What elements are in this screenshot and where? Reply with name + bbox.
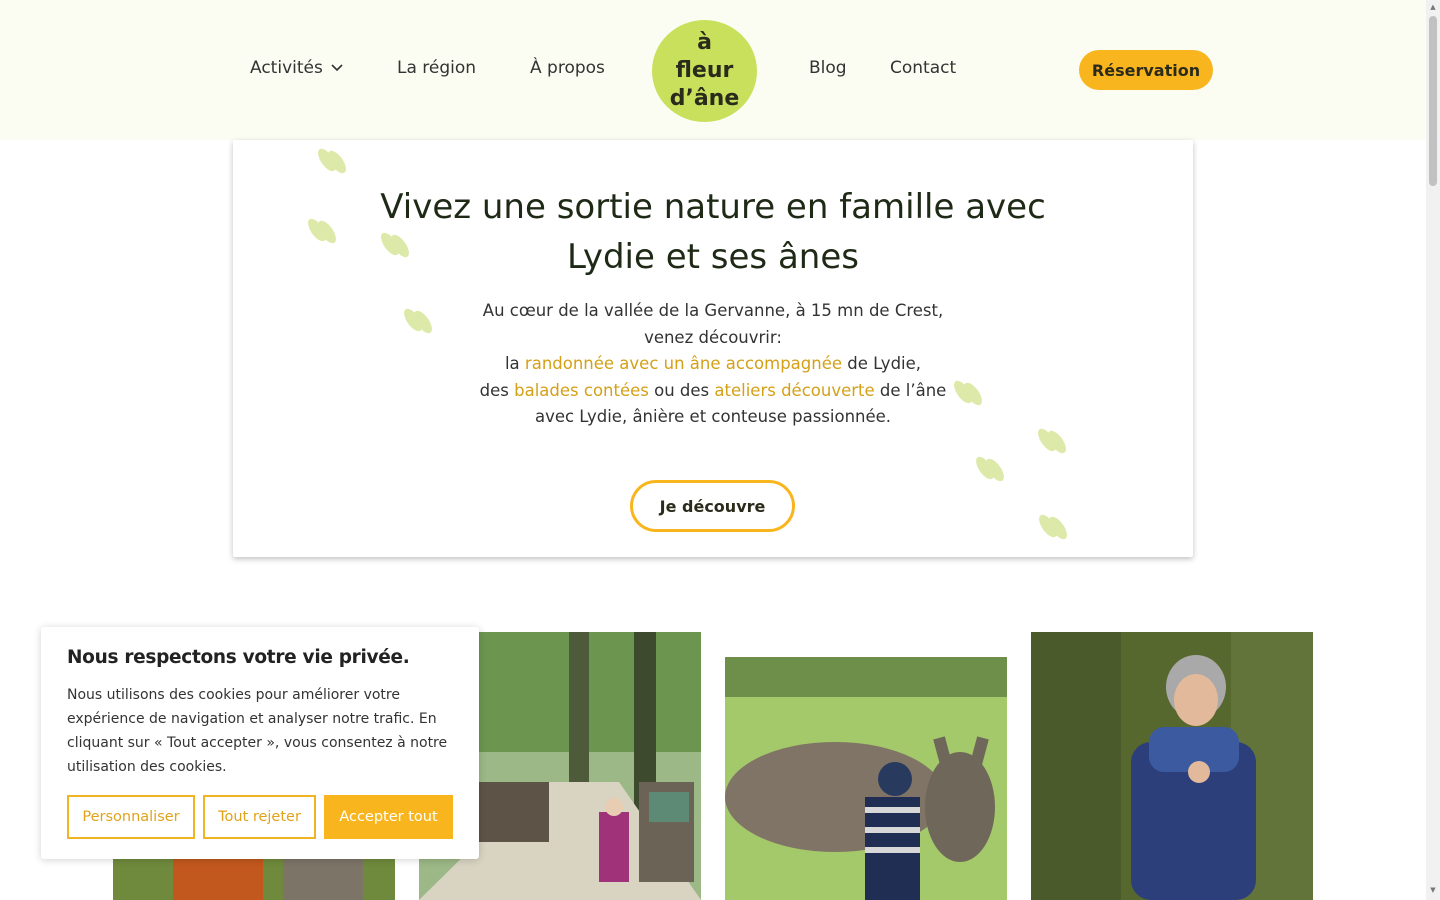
cookie-reject-button[interactable]: Tout rejeter bbox=[203, 795, 316, 839]
logo-line: à bbox=[697, 30, 712, 55]
hoof-print-icon bbox=[381, 232, 409, 258]
chevron-down-icon bbox=[331, 64, 343, 72]
link-balades-contees[interactable]: balades contées bbox=[514, 381, 649, 400]
cookie-text: Nous utilisons des cookies pour améliore… bbox=[67, 687, 448, 775]
cookie-banner: Nous respectons votre vie privée. Nous u… bbox=[41, 627, 479, 859]
hoof-print-icon bbox=[404, 308, 432, 334]
photo-activity-3-image bbox=[725, 657, 1007, 900]
hero-text-fragment: des bbox=[479, 380, 515, 400]
photo-activity-4-image bbox=[1031, 632, 1313, 900]
site-header: Activités La région À propos à fleur d’â… bbox=[0, 0, 1426, 140]
hero-card: Vivez une sortie nature en famille avec … bbox=[233, 140, 1193, 557]
hero-title-line2: Lydie et ses ânes bbox=[567, 237, 859, 277]
hoof-print-icon bbox=[318, 148, 346, 174]
scrollbar-thumb[interactable] bbox=[1429, 16, 1437, 186]
photo-activity-3[interactable] bbox=[725, 657, 1007, 900]
reservation-button[interactable]: Réservation bbox=[1079, 50, 1213, 90]
hero-text-line: Au cœur de la vallée de la Gervanne, à 1… bbox=[482, 301, 944, 320]
link-randonnee[interactable]: randonnée avec un âne accompagnée bbox=[525, 354, 842, 373]
hero-text-fragment: de Lydie, bbox=[842, 354, 922, 373]
hero-text-fragment: ou des bbox=[648, 380, 715, 400]
link-ateliers-decouverte[interactable]: ateliers découverte bbox=[714, 381, 874, 400]
discover-button[interactable]: Je découvre bbox=[630, 480, 795, 532]
hero-text-fragment: de l’âne bbox=[874, 380, 947, 400]
scroll-down-arrow-icon[interactable]: ▼ bbox=[1429, 886, 1437, 894]
hero-title-line1: Vivez une sortie nature en famille avec bbox=[380, 187, 1046, 227]
nav-a-propos[interactable]: À propos bbox=[530, 58, 605, 78]
hoof-print-icon bbox=[1039, 514, 1067, 540]
site-logo[interactable]: à fleur d’âne bbox=[652, 20, 757, 122]
logo-line: fleur bbox=[675, 58, 734, 83]
scroll-up-arrow-icon[interactable]: ▲ bbox=[1429, 3, 1437, 11]
nav-activites-label: Activités bbox=[250, 58, 323, 78]
page-scrollbar[interactable]: ▲ ▼ bbox=[1426, 0, 1440, 900]
hero-text-line: venez découvrir: bbox=[644, 327, 782, 347]
hoof-print-icon bbox=[976, 456, 1004, 482]
nav-contact[interactable]: Contact bbox=[890, 58, 956, 78]
cookie-title: Nous respectons votre vie privée. bbox=[67, 647, 410, 668]
logo-line: d’âne bbox=[669, 86, 740, 111]
hero-text-fragment: la bbox=[504, 354, 525, 373]
hoof-print-icon bbox=[308, 218, 336, 244]
cookie-customize-button[interactable]: Personnaliser bbox=[67, 795, 195, 839]
nav-la-region[interactable]: La région bbox=[397, 58, 476, 78]
hoof-print-icon bbox=[1038, 428, 1066, 454]
hero-description: Au cœur de la vallée de la Gervanne, à 1… bbox=[433, 298, 993, 431]
hoof-print-icon bbox=[954, 380, 982, 406]
photo-activity-4[interactable] bbox=[1031, 632, 1313, 900]
hero-text-line: avec Lydie, ânière et conteuse passionné… bbox=[534, 407, 892, 426]
cookie-accept-button[interactable]: Accepter tout bbox=[324, 795, 453, 839]
nav-activites[interactable]: Activités bbox=[250, 58, 343, 78]
nav-blog[interactable]: Blog bbox=[809, 58, 847, 78]
